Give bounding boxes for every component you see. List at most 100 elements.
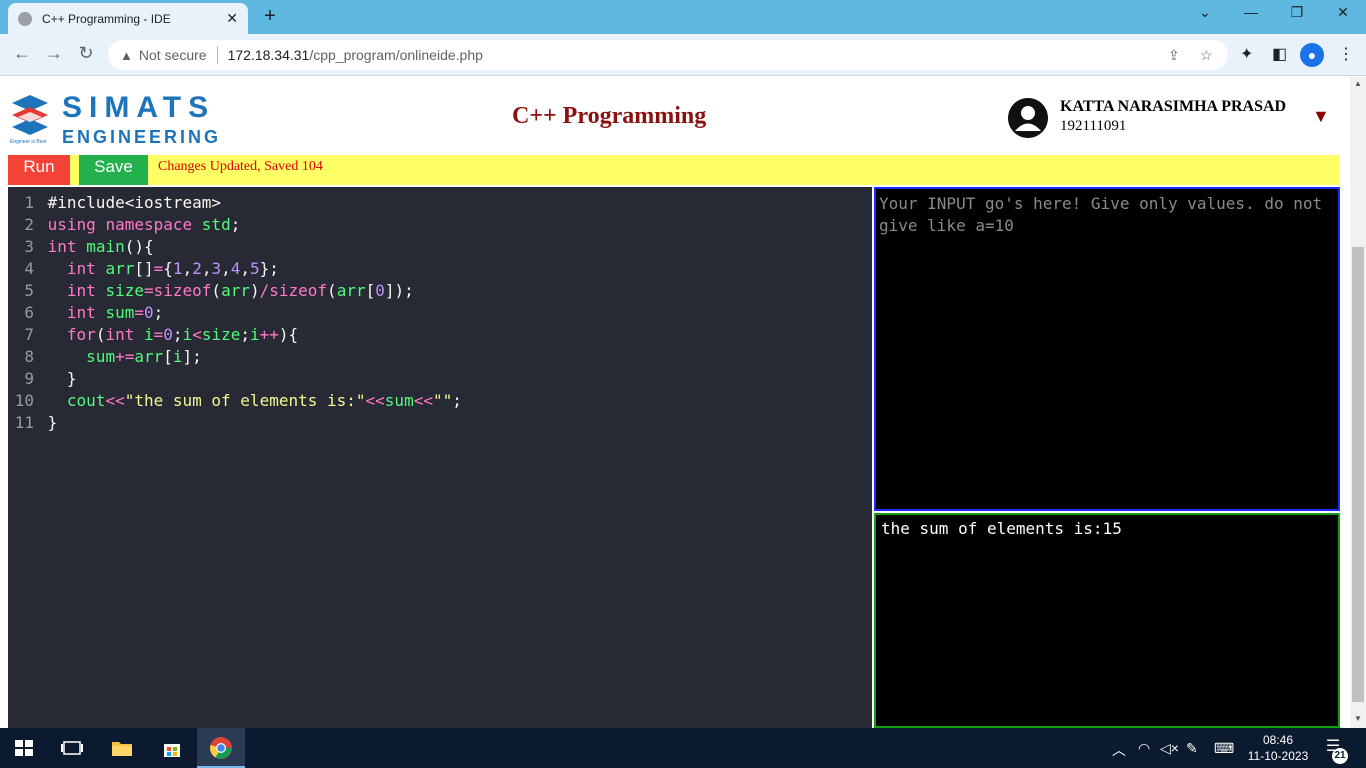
- code-token: namespace: [105, 215, 193, 234]
- system-clock[interactable]: 08:46 11-10-2023: [1244, 732, 1312, 764]
- forward-button[interactable]: →: [42, 43, 66, 64]
- line-number: 4: [24, 259, 34, 278]
- line-number: 7: [24, 325, 34, 344]
- profile-avatar-icon[interactable]: ●: [1300, 43, 1324, 67]
- code-token: <<: [105, 391, 125, 410]
- code-line: 10 cout<<"the sum of elements is:"<<sum<…: [8, 390, 872, 412]
- share-icon[interactable]: ⇪: [1168, 47, 1180, 64]
- new-tab-button[interactable]: +: [258, 4, 282, 28]
- chrome-taskbar-button[interactable]: [197, 728, 245, 768]
- user-dropdown-icon[interactable]: ▼: [1312, 106, 1330, 127]
- code-token: 4: [230, 259, 241, 278]
- page-content: SIMATS ENGINEERING Engineer is Best C++ …: [0, 77, 1350, 728]
- code-token: 3: [211, 259, 222, 278]
- code-token: ;: [452, 391, 462, 410]
- browser-tab-bar: C++ Programming - IDE ✕ + ⌄ — ❐ ✕: [0, 0, 1366, 34]
- url-host: 172.18.34.31: [227, 47, 310, 63]
- save-button[interactable]: Save: [79, 155, 148, 185]
- side-panel-icon[interactable]: ◧: [1272, 44, 1287, 64]
- logo-mark-icon: [12, 95, 48, 135]
- scroll-thumb[interactable]: [1352, 247, 1364, 702]
- code-token: i: [172, 347, 183, 366]
- page-scrollbar[interactable]: ▲ ▼: [1350, 77, 1366, 728]
- code-token: sizeof: [269, 281, 328, 300]
- code-token: ]);: [384, 281, 414, 300]
- code-line: 1 #include<iostream>: [8, 192, 872, 214]
- code-editor[interactable]: 1 #include<iostream> 2 using namespace s…: [8, 187, 872, 728]
- code-token: <<: [413, 391, 433, 410]
- volume-muted-icon[interactable]: ◁×: [1160, 740, 1179, 757]
- save-status: Changes Updated, Saved 104: [158, 159, 323, 174]
- code-token: =: [153, 259, 164, 278]
- code-line: 9 }: [8, 368, 872, 390]
- security-label[interactable]: Not secure: [139, 47, 207, 63]
- code-token: ;: [230, 215, 241, 234]
- line-number: 8: [24, 347, 34, 366]
- reload-button[interactable]: ↻: [74, 43, 98, 64]
- code-token: ,: [221, 259, 231, 278]
- store-icon[interactable]: [160, 736, 184, 760]
- simats-logo[interactable]: SIMATS ENGINEERING Engineer is Best: [8, 91, 218, 147]
- url-input[interactable]: ▲ Not secure 172.18.34.31 /cpp_program/o…: [108, 40, 1228, 70]
- code-token: 0: [144, 303, 154, 322]
- browser-tab[interactable]: C++ Programming - IDE ✕: [8, 3, 248, 34]
- browser-menu-icon[interactable]: ⋮: [1338, 44, 1354, 64]
- code-token: i: [250, 325, 260, 344]
- tab-close-icon[interactable]: ✕: [226, 10, 238, 27]
- code-token: #include<iostream>: [47, 193, 222, 212]
- wifi-icon[interactable]: ◠: [1138, 740, 1150, 757]
- clock-time: 08:46: [1262, 733, 1294, 747]
- file-explorer-icon[interactable]: [110, 736, 134, 760]
- code-token: sum: [86, 347, 116, 366]
- pen-icon[interactable]: ✎: [1186, 740, 1198, 757]
- tab-search-icon[interactable]: ⌄: [1190, 4, 1220, 21]
- code-token: arr: [221, 281, 250, 300]
- line-number: 11: [14, 413, 34, 432]
- code-token: for: [66, 325, 96, 344]
- code-token: ];: [182, 347, 202, 366]
- restore-button[interactable]: ❐: [1282, 4, 1312, 21]
- keyboard-icon[interactable]: ⌨: [1214, 740, 1234, 757]
- logo-subtitle: ENGINEERING: [62, 127, 222, 147]
- run-button[interactable]: Run: [8, 155, 70, 185]
- logo-name: SIMATS: [62, 91, 216, 124]
- close-window-button[interactable]: ✕: [1328, 4, 1358, 21]
- divider: [216, 46, 218, 64]
- back-button[interactable]: ←: [10, 43, 34, 64]
- extensions-icon[interactable]: ✦: [1240, 44, 1253, 64]
- code-token: ;: [153, 303, 164, 322]
- minimize-button[interactable]: —: [1236, 4, 1266, 20]
- code-token: using: [47, 215, 96, 234]
- code-line: 11 }: [8, 412, 872, 434]
- task-view-icon[interactable]: [60, 736, 84, 760]
- code-token: =: [153, 325, 164, 344]
- tab-title: C++ Programming - IDE: [42, 11, 171, 26]
- code-token: 2: [192, 259, 202, 278]
- bookmark-star-icon[interactable]: ☆: [1200, 47, 1213, 64]
- code-token: ;: [172, 325, 183, 344]
- code-token: /: [259, 281, 270, 300]
- scroll-up-icon[interactable]: ▲: [1354, 79, 1362, 88]
- code-token: i: [144, 325, 154, 344]
- code-token: (: [211, 281, 222, 300]
- warning-icon: ▲: [120, 47, 133, 63]
- code-token: "the sum of elements is:": [124, 391, 366, 410]
- show-hidden-icons[interactable]: ︿: [1112, 740, 1126, 760]
- code-token: (){: [124, 237, 154, 256]
- code-token: std: [201, 215, 231, 234]
- user-name: KATTA NARASIMHA PRASAD: [1060, 98, 1287, 115]
- favicon-icon: [18, 11, 32, 26]
- code-token: main: [86, 237, 125, 256]
- scroll-down-icon[interactable]: ▼: [1354, 714, 1362, 723]
- code-token: sum: [105, 303, 135, 322]
- code-line: 5 int size=sizeof(arr)/sizeof(arr[0]);: [8, 280, 872, 302]
- windows-taskbar: ︿ ◠ ◁× ✎ ⌨ 08:46 11-10-2023 ☰ 21: [0, 728, 1366, 768]
- code-token: <: [192, 325, 202, 344]
- code-token: cout: [66, 391, 106, 410]
- windows-start-icon[interactable]: [12, 736, 36, 760]
- code-line: 4 int arr[]={1,2,3,4,5};: [8, 258, 872, 280]
- code-token: =: [143, 281, 154, 300]
- user-avatar-icon: [1008, 98, 1048, 138]
- program-input[interactable]: Your INPUT go's here! Give only values. …: [874, 187, 1340, 511]
- code-token: }: [66, 369, 77, 388]
